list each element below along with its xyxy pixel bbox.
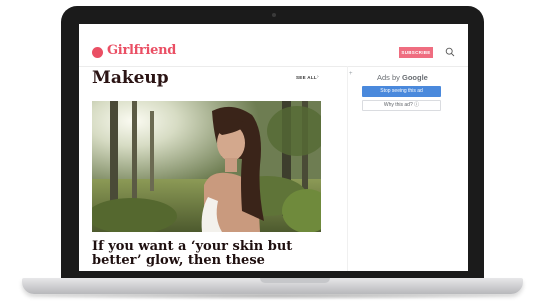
section-title: Makeup	[92, 68, 169, 88]
subscribe-button[interactable]: SUBSCRIBE	[399, 47, 433, 58]
ads-by-brand: Google	[402, 73, 428, 82]
search-icon[interactable]	[445, 47, 455, 57]
hero-photo	[92, 101, 321, 232]
logo-mark-icon[interactable]	[92, 47, 103, 58]
chevron-right-icon[interactable]: ›	[317, 74, 319, 80]
ad-plus-icon: +	[349, 71, 353, 77]
see-all-link[interactable]: SEE ALL	[296, 75, 317, 80]
ad-divider	[347, 66, 348, 271]
webcam	[272, 13, 276, 17]
site-header: Girlfriend SUBSCRIBE	[79, 38, 468, 67]
why-this-ad-button[interactable]: Why this ad? ⓘ	[362, 100, 441, 111]
laptop-base	[22, 278, 523, 294]
stop-seeing-ad-button[interactable]: Stop seeing this ad	[362, 86, 441, 97]
ads-by-prefix: Ads by	[377, 73, 403, 82]
site-logo[interactable]: Girlfriend	[107, 43, 176, 58]
ads-by-label: Ads by Google	[377, 73, 428, 82]
laptop-notch	[260, 278, 330, 283]
article-hero-image[interactable]	[92, 101, 321, 232]
browser-screen: Girlfriend SUBSCRIBE Makeup SEE ALL › If…	[79, 24, 468, 271]
article-headline[interactable]: If you want a ‘your skin but better’ glo…	[92, 240, 332, 268]
